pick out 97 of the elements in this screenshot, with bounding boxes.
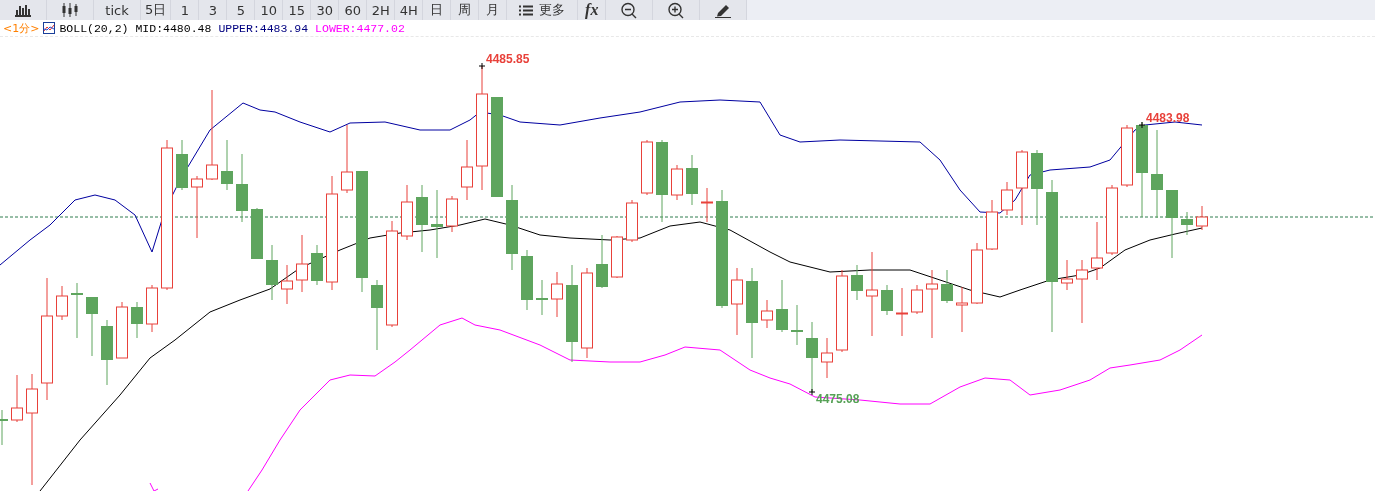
formula-button[interactable]: fx: [578, 0, 607, 20]
rising-candle: [971, 242, 983, 305]
rising-candle: [611, 235, 623, 279]
rising-candle: [446, 195, 458, 233]
pen-icon: [714, 2, 733, 18]
period-tab[interactable]: 3: [199, 0, 228, 20]
period-tab[interactable]: 1: [171, 0, 200, 20]
rising-candle: [1076, 259, 1088, 324]
falling-candle: [311, 244, 323, 286]
rising-candle: [671, 164, 683, 201]
rising-candle: [626, 199, 638, 243]
candlestick-icon: [61, 3, 79, 17]
price-label: 4483.98: [1146, 111, 1190, 125]
price-label: 4485.85: [486, 52, 530, 66]
rising-candle: [191, 175, 203, 239]
indicator-value: LOWER:4477.02: [315, 21, 405, 35]
falling-candle: [101, 319, 113, 386]
bar-chart-icon: [14, 3, 32, 17]
falling-candle: [71, 282, 83, 339]
falling-candle: [176, 139, 188, 191]
zoom-out-button[interactable]: [606, 0, 654, 20]
rising-candle: [116, 301, 128, 359]
period-tab[interactable]: 4H: [395, 0, 424, 20]
period-tab[interactable]: 5: [227, 0, 256, 20]
pen-button[interactable]: [700, 0, 748, 20]
falling-candle: [416, 184, 428, 253]
falling-candle: [851, 264, 863, 301]
falling-candle: [221, 139, 233, 191]
falling-candle: [0, 409, 8, 446]
indicator-value: UPPER:4483.94: [218, 21, 309, 35]
falling-candle: [881, 284, 893, 316]
rising-candle: [146, 284, 158, 333]
falling-candle: [1181, 211, 1193, 236]
period-tab[interactable]: 2H: [367, 0, 396, 20]
rising-candle: [551, 271, 563, 318]
rising-candle: [761, 299, 773, 329]
rising-candle: [341, 124, 353, 194]
falling-candle: [266, 244, 278, 301]
indicator-icon: [43, 22, 56, 34]
extreme-marker: [478, 62, 486, 70]
falling-candle: [686, 154, 698, 206]
rising-candle: [911, 284, 923, 315]
falling-candle: [791, 304, 803, 346]
rising-candle: [1196, 205, 1208, 231]
period-tab[interactable]: 60: [339, 0, 368, 20]
rising-candle: [11, 374, 23, 423]
falling-candle: [251, 207, 263, 259]
rising-candle: [1106, 184, 1118, 256]
rising-candle: [461, 139, 473, 201]
period-tab[interactable]: 30: [311, 0, 340, 20]
zoom-in-icon: [667, 1, 686, 19]
falling-candle: [86, 296, 98, 357]
period-tab[interactable]: tick: [94, 0, 141, 20]
rising-candle: [1061, 259, 1073, 291]
period-tab[interactable]: 周: [451, 0, 480, 20]
falling-candle: [431, 189, 443, 259]
rising-candle: [1001, 181, 1013, 216]
rising-candle: [641, 139, 653, 196]
rising-candle: [896, 287, 908, 337]
falling-candle: [776, 279, 788, 333]
rising-candle: [821, 337, 833, 379]
falling-candle: [236, 153, 248, 223]
zoom-in-button[interactable]: [653, 0, 701, 20]
extreme-marker: [808, 388, 816, 396]
rising-candle: [701, 187, 713, 223]
falling-candle: [596, 234, 608, 289]
rising-candle: [956, 286, 968, 333]
bar-chart-button[interactable]: [0, 0, 47, 20]
rising-candle: [281, 264, 293, 305]
zoom-out-icon: [620, 1, 639, 19]
period-label: <1分>: [3, 20, 40, 36]
falling-candle: [536, 279, 548, 316]
extreme-marker: [1138, 121, 1146, 129]
rising-candle: [986, 199, 998, 251]
period-tab[interactable]: 日: [423, 0, 452, 20]
lower-band-line: [149, 482, 159, 491]
period-tab[interactable]: 15: [283, 0, 312, 20]
falling-candle: [941, 269, 953, 304]
falling-candle: [371, 279, 383, 351]
rising-candle: [56, 285, 68, 321]
period-tab[interactable]: 5日: [141, 0, 172, 20]
falling-candle: [131, 301, 143, 339]
rising-candle: [731, 267, 743, 336]
falling-candle: [1166, 189, 1178, 259]
falling-candle: [521, 249, 533, 311]
rising-candle: [401, 184, 413, 241]
rising-candle: [926, 269, 938, 339]
indicator-value: MID:4480.48: [135, 21, 212, 35]
rising-candle: [1091, 221, 1103, 281]
rising-candle: [1121, 124, 1133, 188]
period-tab[interactable]: 月: [479, 0, 508, 20]
indicator-name: BOLL(20,2): [59, 21, 129, 35]
candlestick-button[interactable]: [47, 0, 94, 20]
period-tab[interactable]: 10: [255, 0, 284, 20]
rising-candle: [296, 234, 308, 293]
more-button[interactable]: 更多: [507, 0, 579, 20]
list-icon: [519, 4, 534, 16]
